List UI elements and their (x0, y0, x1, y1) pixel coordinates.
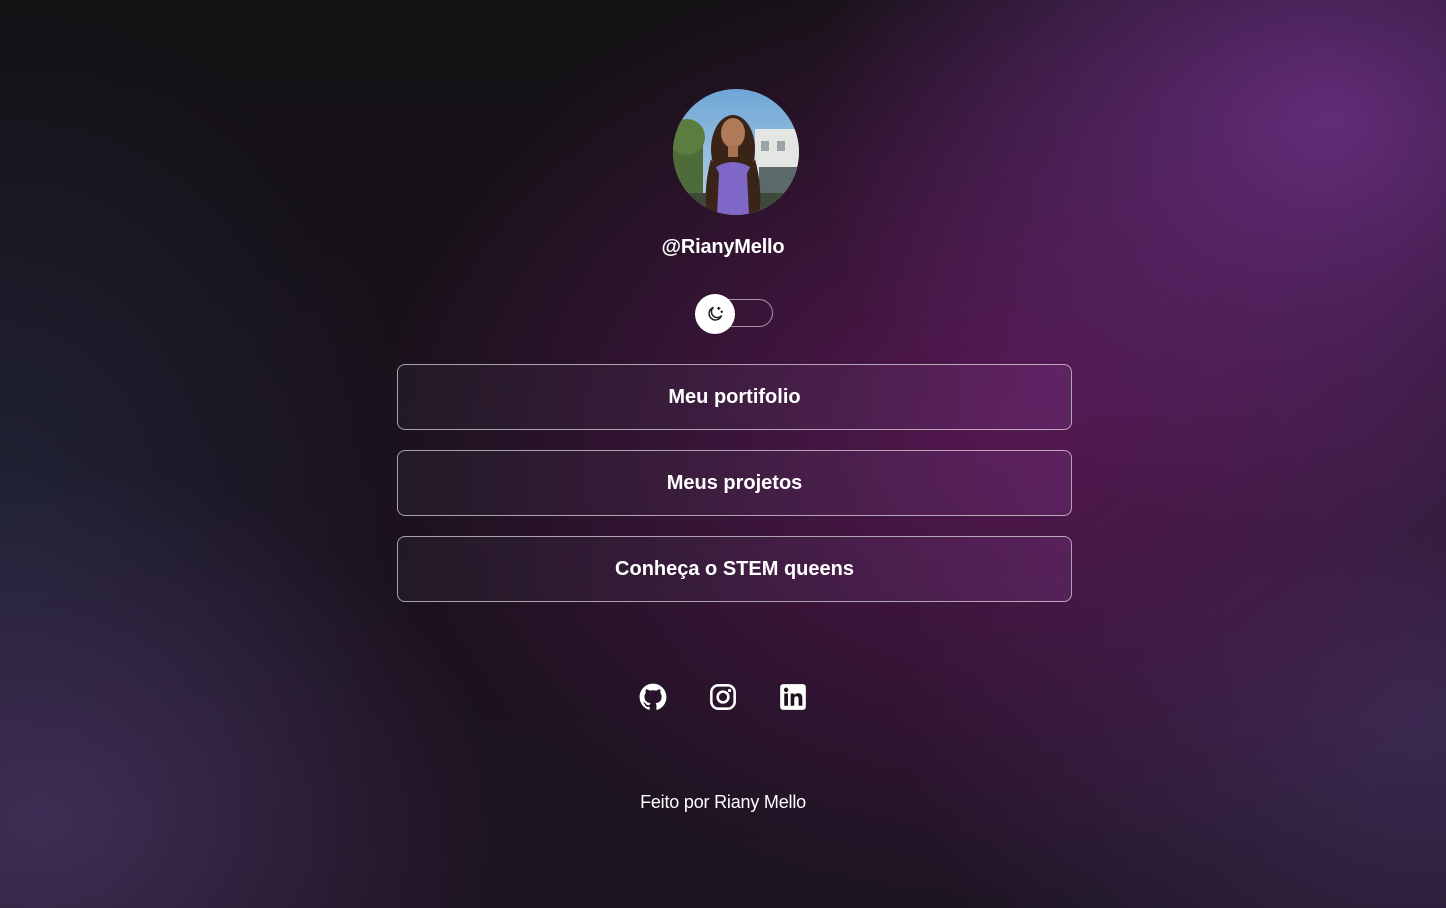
instagram-link[interactable] (708, 682, 738, 712)
projects-link-button[interactable]: Meus projetos (397, 450, 1072, 516)
theme-toggle[interactable] (695, 294, 775, 334)
stem-queens-link-button[interactable]: Conheça o STEM queens (397, 536, 1072, 602)
instagram-icon (710, 684, 736, 710)
username: @RianyMello (661, 236, 785, 258)
profile-photo (673, 89, 799, 215)
github-icon (639, 683, 667, 710)
social-links (0, 682, 1446, 712)
link-list: Meu portifolio Meus projetos Conheça o S… (397, 364, 1072, 622)
moon-sun-icon (708, 306, 724, 321)
profile-avatar (673, 89, 799, 215)
linkedin-link[interactable] (778, 682, 808, 712)
linkedin-icon (780, 684, 806, 710)
toggle-knob[interactable] (695, 294, 735, 334)
footer-credit: Feito por Riany Mello (640, 792, 806, 812)
portfolio-link-button[interactable]: Meu portifolio (397, 364, 1072, 430)
github-link[interactable] (638, 682, 668, 712)
